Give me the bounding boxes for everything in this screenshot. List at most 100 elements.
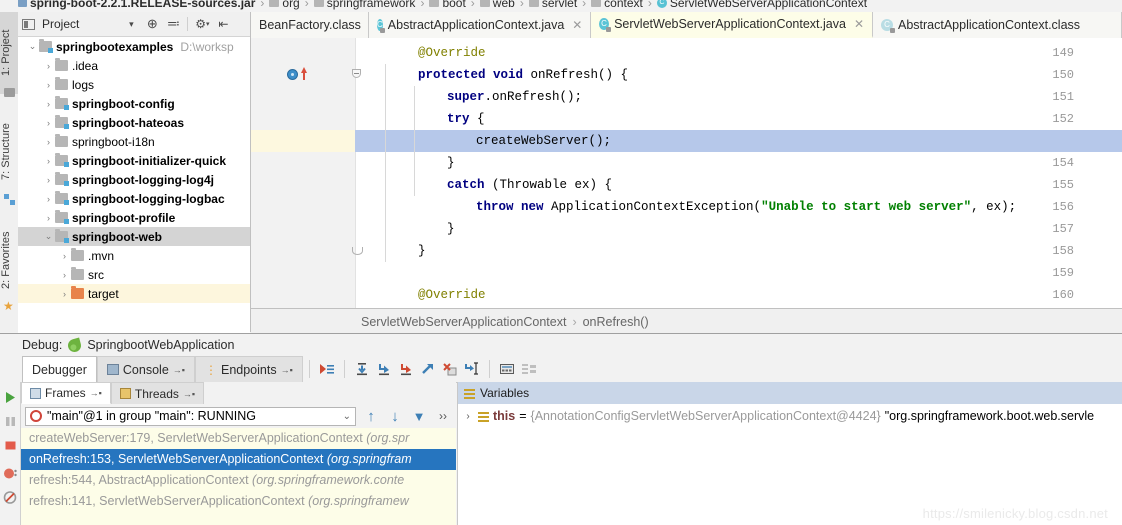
chevron-down-icon[interactable]: ⌄ (26, 41, 39, 52)
top-breadcrumb-item[interactable]: spring-boot-2.2.1.RELEASE-sources.jar (18, 0, 255, 10)
pause-program-icon[interactable] (3, 414, 18, 429)
stack-frame-row[interactable]: refresh:544, AbstractApplicationContext … (21, 470, 456, 491)
top-breadcrumb-item[interactable]: context (591, 0, 643, 10)
top-breadcrumb-item[interactable]: org (269, 0, 300, 10)
tab-endpoints[interactable]: ⋮ Endpoints →▪ (194, 356, 303, 382)
step-into-icon[interactable] (373, 358, 395, 380)
breadcrumb-method[interactable]: onRefresh() (583, 315, 649, 329)
top-breadcrumb-item[interactable]: boot (429, 0, 466, 10)
pin-icon[interactable]: →▪ (173, 365, 185, 375)
close-icon[interactable]: ✕ (854, 17, 864, 31)
stack-frames-list[interactable]: createWebServer:179, ServletWebServerApp… (21, 428, 456, 525)
mute-breakpoints-icon[interactable] (3, 490, 18, 505)
chevron-right-icon[interactable]: › (42, 213, 55, 223)
frame-up-icon[interactable]: ↑ (362, 407, 380, 425)
tab-debugger[interactable]: Debugger (22, 356, 97, 382)
pin-icon[interactable]: →▪ (183, 389, 195, 399)
stack-frame-row[interactable]: refresh:141, ServletWebServerApplication… (21, 491, 456, 512)
layout-settings-icon[interactable] (518, 358, 540, 380)
editor-breadcrumb[interactable]: ServletWebServerApplicationContext › onR… (251, 308, 1122, 334)
tree-item[interactable]: › springboot-logging-logbac (18, 189, 250, 208)
code-line[interactable]: } (355, 152, 1122, 174)
tree-item[interactable]: › springboot-initializer-quick (18, 151, 250, 170)
editor-tab[interactable]: BeanFactory.class✕ (251, 12, 379, 38)
code-line[interactable]: } (355, 218, 1122, 240)
top-breadcrumb-item[interactable]: C ServletWebServerApplicationContext (656, 0, 867, 10)
close-icon[interactable]: ✕ (572, 18, 582, 32)
tree-item[interactable]: › springboot-logging-log4j (18, 170, 250, 189)
chevron-right-icon[interactable]: › (42, 175, 55, 185)
more-frames-icon[interactable]: ›› (434, 407, 452, 425)
pin-icon[interactable]: →▪ (281, 365, 293, 375)
thread-selector[interactable]: "main"@1 in group "main": RUNNING ⌄ (25, 406, 356, 426)
tab-threads[interactable]: Threads →▪ (110, 382, 205, 404)
step-out-icon[interactable] (417, 358, 439, 380)
chevron-right-icon[interactable]: › (58, 270, 71, 280)
top-breadcrumb-item[interactable]: web (479, 0, 515, 10)
tree-item[interactable]: › springboot-config (18, 94, 250, 113)
chevron-right-icon[interactable]: › (58, 289, 71, 299)
editor-tab-bar[interactable]: BeanFactory.class✕CAbstractApplicationCo… (251, 12, 1122, 39)
code-line[interactable]: try { (355, 108, 1122, 130)
code-line[interactable]: catch (Throwable ex) { (355, 174, 1122, 196)
top-breadcrumb-item[interactable]: springframework (313, 0, 415, 10)
tree-item[interactable]: › springboot-hateoas (18, 113, 250, 132)
project-tree[interactable]: ⌄ springbootexamples D:\worksp › .idea › logs ›… (18, 37, 250, 333)
expand-collapse-icon[interactable]: ≕ (164, 15, 182, 33)
chevron-down-icon[interactable]: ⌄ (42, 231, 55, 242)
top-breadcrumb-item[interactable]: servlet (528, 0, 577, 10)
code-line[interactable]: @Override (355, 42, 1122, 64)
editor-tab[interactable]: C AbstractApplicationContext.java ✕ (369, 12, 591, 38)
tree-item[interactable]: › springboot-profile (18, 208, 250, 227)
chevron-right-icon[interactable]: › (42, 61, 55, 71)
variable-row-this[interactable]: › this = {AnnotationConfigServletWebServ… (458, 404, 1122, 428)
locate-icon[interactable]: ⊕ (143, 15, 161, 33)
view-breakpoints-icon[interactable] (3, 466, 18, 481)
evaluate-expression-icon[interactable] (496, 358, 518, 380)
tree-item[interactable]: › .idea (18, 56, 250, 75)
code-line[interactable] (355, 262, 1122, 284)
stack-frame-row[interactable]: onRefresh:153, ServletWebServerApplicati… (21, 449, 456, 470)
tree-item[interactable]: ⌄ springboot-web (18, 227, 250, 246)
debug-config-name[interactable]: SpringbootWebApplication (87, 338, 234, 352)
resume-program-icon[interactable] (3, 390, 18, 405)
tree-item[interactable]: ⌄ springbootexamples D:\worksp (18, 37, 250, 56)
tree-item[interactable]: › logs (18, 75, 250, 94)
chevron-right-icon[interactable]: › (42, 118, 55, 128)
code-fold-icon[interactable] (352, 69, 361, 78)
code-editor[interactable]: 149150151152153154155156157158159160 @Ov… (251, 38, 1122, 308)
filter-frames-icon[interactable]: ▼ (410, 407, 428, 425)
chevron-down-icon[interactable]: ⌄ (343, 411, 351, 422)
sidebar-item-project[interactable]: 1: Project (0, 12, 18, 94)
settings-gear-icon[interactable]: ⚙ ▾ (193, 15, 211, 33)
project-view-dropdown-icon[interactable]: ▾ (122, 15, 140, 33)
editor-tab[interactable]: C ServletWebServerApplicationContext.java… (591, 12, 873, 38)
code-fold-end-icon[interactable] (352, 247, 363, 255)
tree-item[interactable]: › target (18, 284, 250, 303)
code-line[interactable]: createWebServer(); (355, 130, 1122, 152)
code-line[interactable]: } (355, 240, 1122, 262)
chevron-right-icon[interactable]: › (42, 194, 55, 204)
code-line[interactable]: super.onRefresh(); (355, 86, 1122, 108)
frame-down-icon[interactable]: ↓ (386, 407, 404, 425)
tree-item[interactable]: › .mvn (18, 246, 250, 265)
expand-arrow-icon[interactable]: › (462, 411, 474, 422)
tree-item[interactable]: › springboot-i18n (18, 132, 250, 151)
hide-icon[interactable]: ⇤ (214, 15, 232, 33)
chevron-right-icon[interactable]: › (42, 99, 55, 109)
stop-icon[interactable] (3, 438, 18, 453)
run-to-cursor-icon[interactable] (461, 358, 483, 380)
chevron-right-icon[interactable]: › (58, 251, 71, 261)
sidebar-item-structure[interactable]: 7: Structure (0, 104, 18, 200)
frames-tab-bar[interactable]: Frames →▪ Threads →▪ (21, 382, 456, 404)
tab-console[interactable]: Console →▪ (96, 356, 195, 382)
breadcrumb-class[interactable]: ServletWebServerApplicationContext (361, 315, 566, 329)
chevron-right-icon[interactable]: › (42, 137, 55, 147)
code-line[interactable]: @Override (355, 284, 1122, 306)
pin-icon[interactable]: →▪ (90, 388, 102, 398)
chevron-right-icon[interactable]: › (42, 80, 55, 90)
tree-item[interactable]: › src (18, 265, 250, 284)
code-line[interactable]: protected void onRefresh() { (355, 64, 1122, 86)
editor-tab[interactable]: C AbstractApplicationContext.class (873, 12, 1122, 38)
code-line[interactable]: throw new ApplicationContextException("U… (355, 196, 1122, 218)
